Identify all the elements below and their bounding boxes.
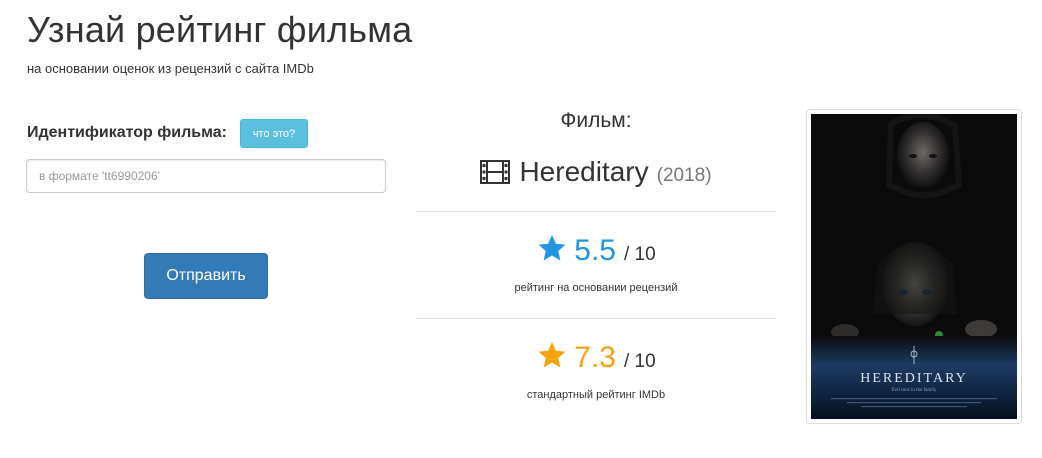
imdb-rating-value: 7.3 <box>574 341 616 374</box>
page-title: Узнай рейтинг фильма <box>27 9 413 50</box>
review-rating-value: 5.5 <box>574 234 616 267</box>
film-heading: Фильм: <box>560 109 632 132</box>
submit-button[interactable]: Отправить <box>144 253 268 299</box>
movie-poster: HEREDITARY Evil runs in the family <box>811 114 1017 419</box>
imdb-rating-row: 7.3 / 10 <box>416 337 776 375</box>
movie-id-label: Идентификатор фильма: <box>27 124 227 141</box>
page-subtitle: на основании оценок из рецензий с сайта … <box>27 61 314 76</box>
movie-id-input[interactable] <box>26 159 386 193</box>
review-rating-max: / 10 <box>624 244 656 265</box>
poster-tagline: Evil runs in the family <box>892 388 937 393</box>
poster-title: HEREDITARY <box>860 371 968 386</box>
divider <box>416 318 776 319</box>
film-name: Hereditary <box>519 156 649 187</box>
imdb-rating-max: / 10 <box>624 351 656 372</box>
review-rating-caption: рейтинг на основании рецензий <box>514 282 678 294</box>
film-title-row: Hereditary (2018) <box>416 156 776 188</box>
imdb-rating-caption: стандартный рейтинг IMDb <box>526 389 666 401</box>
page: Узнай рейтинг фильма на основании оценок… <box>0 0 1042 458</box>
star-icon <box>538 234 566 261</box>
divider <box>416 211 776 212</box>
film-year: (2018) <box>656 165 712 186</box>
help-button[interactable]: что это? <box>240 119 308 148</box>
poster-image: HEREDITARY Evil runs in the family <box>811 114 1017 419</box>
star-icon <box>538 341 566 368</box>
film-icon <box>480 160 511 184</box>
review-rating-row: 5.5 / 10 <box>416 230 776 268</box>
poster-frame: HEREDITARY Evil runs in the family <box>806 109 1022 424</box>
